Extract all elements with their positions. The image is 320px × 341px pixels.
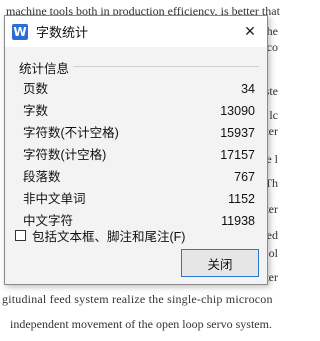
stat-row-pages: 页数 34 [23, 78, 255, 100]
stat-value: 13090 [220, 104, 255, 118]
statistics-group: 统计信息 页数 34 字数 13090 字符数(不计空格) 15937 字符数(… [13, 58, 259, 228]
group-title: 统计信息 [19, 58, 70, 77]
stat-row-non-chinese-words: 非中文单词 1152 [23, 188, 255, 210]
stat-row-chars-with-spaces: 字符数(计空格) 17157 [23, 144, 255, 166]
stat-value: 1152 [228, 192, 255, 206]
include-textboxes-checkbox-row[interactable]: 包括文本框、脚注和尾注(F) [15, 226, 185, 245]
stat-value: 15937 [220, 126, 255, 140]
stat-value: 11938 [221, 214, 255, 228]
stat-row-words: 字数 13090 [23, 100, 255, 122]
stat-row-paragraphs: 段落数 767 [23, 166, 255, 188]
close-icon[interactable]: ✕ [237, 19, 263, 43]
stats-list: 页数 34 字数 13090 字符数(不计空格) 15937 字符数(计空格) … [23, 78, 255, 232]
word-app-icon: W [12, 23, 28, 40]
stat-row-chars-no-spaces: 字符数(不计空格) 15937 [23, 122, 255, 144]
stat-label: 非中文单词 [23, 192, 86, 206]
dialog-titlebar[interactable]: W 字数统计 ✕ [5, 16, 267, 47]
close-button[interactable]: 关闭 [181, 249, 259, 277]
stat-value: 767 [234, 170, 255, 184]
group-divider [73, 66, 259, 67]
document-text-line: gitudinal feed system realize the single… [2, 292, 273, 306]
document-text-fragment: ol [268, 246, 278, 260]
stat-label: 字符数(计空格) [23, 148, 107, 162]
stat-label: 段落数 [23, 170, 61, 184]
dialog-title: 字数统计 [36, 25, 89, 40]
stat-value: 17157 [220, 148, 255, 162]
stat-value: 34 [241, 82, 255, 96]
stat-label: 字数 [23, 104, 49, 118]
stat-label: 字符数(不计空格) [23, 126, 119, 140]
checkbox-label[interactable]: 包括文本框、脚注和尾注(F) [32, 226, 185, 245]
document-text-line: independent movement of the open loop se… [10, 317, 272, 331]
document-text-fragment: lc [269, 108, 278, 122]
word-count-dialog: W 字数统计 ✕ 统计信息 页数 34 字数 13090 字符数(不计空格) 1… [4, 15, 268, 285]
document-text-fragment: ed [266, 228, 278, 242]
include-textboxes-checkbox[interactable] [15, 230, 26, 241]
stat-label: 页数 [23, 82, 49, 96]
document-text-fragment: e l [266, 152, 278, 166]
